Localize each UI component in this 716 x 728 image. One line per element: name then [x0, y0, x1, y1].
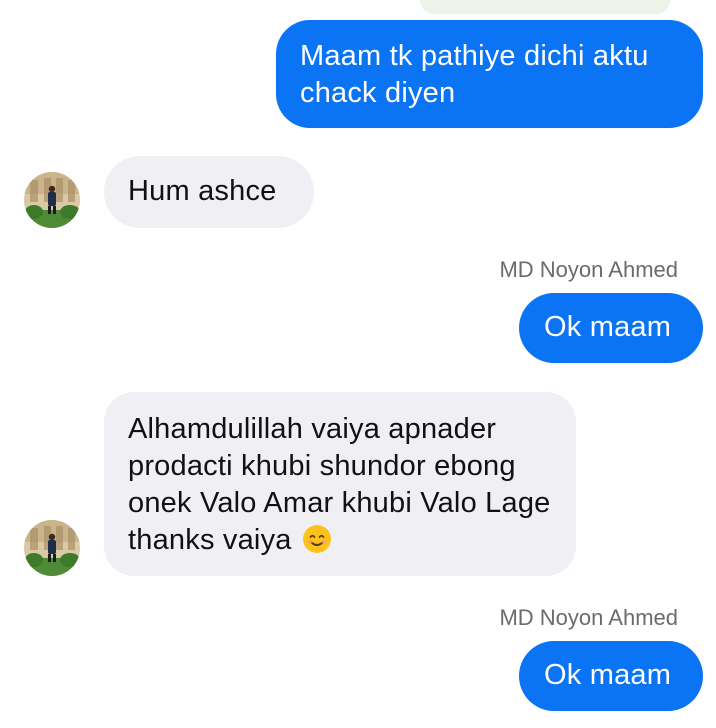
previous-message-edge: [420, 0, 670, 14]
outgoing-message-bubble[interactable]: Ok maam: [519, 641, 703, 711]
message-text: Maam tk pathiye dichi aktu chack diyen: [300, 40, 649, 109]
message-text: Hum ashce: [128, 175, 277, 207]
sender-name: MD Noyon Ahmed: [499, 257, 678, 282]
outgoing-message-bubble[interactable]: Ok maam: [519, 293, 703, 363]
contact-avatar[interactable]: [24, 172, 80, 228]
smiling-face-emoji-icon: [302, 524, 332, 554]
sender-name: MD Noyon Ahmed: [499, 605, 678, 630]
message-text: Ok maam: [544, 659, 672, 691]
message-text: Ok maam: [544, 311, 672, 343]
outgoing-message-bubble[interactable]: Maam tk pathiye dichi aktu chack diyen: [276, 20, 703, 128]
incoming-message-bubble[interactable]: Hum ashce: [104, 156, 314, 228]
contact-avatar[interactable]: [24, 520, 80, 576]
message-text: Alhamdulillah vaiya apnader prodacti khu…: [128, 413, 551, 556]
incoming-message-bubble[interactable]: Alhamdulillah vaiya apnader prodacti khu…: [104, 392, 576, 576]
